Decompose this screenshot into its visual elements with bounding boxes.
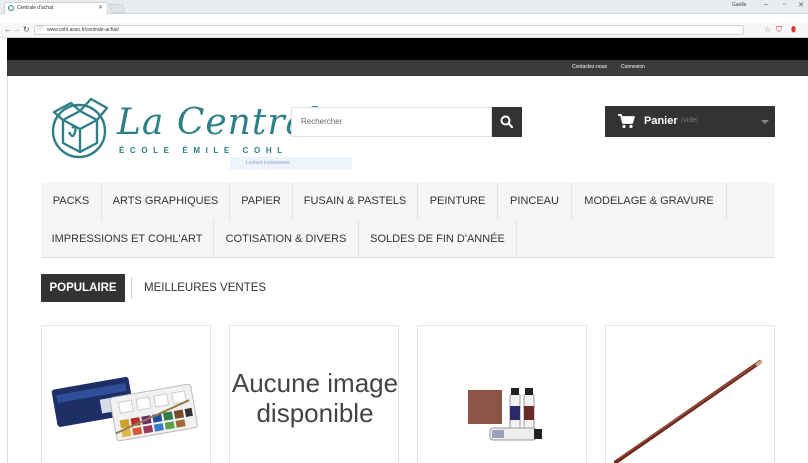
menu-item-packs[interactable]: PACKS xyxy=(41,182,102,220)
url-text: www.cohl.asso.fr/centrale-achat/ xyxy=(47,27,119,33)
chevron-down-icon xyxy=(761,120,769,124)
browser-tab-strip: Centrale d'achat ✕ Gaelle – ▫ ✕ xyxy=(0,0,808,14)
tab-popular[interactable]: POPULAIRE xyxy=(41,274,125,302)
search-input[interactable]: Rechercher xyxy=(291,107,492,137)
brush-image xyxy=(614,359,763,463)
logo-box-icon[interactable] xyxy=(44,88,114,162)
product-card[interactable] xyxy=(417,325,587,463)
menu-item-papier[interactable]: PAPIER xyxy=(230,182,293,220)
menu-item-cotisation[interactable]: COTISATION & DIVERS xyxy=(214,220,359,258)
browser-tab[interactable]: Centrale d'achat ✕ xyxy=(4,2,108,14)
menu-item-arts-graphiques[interactable]: ARTS GRAPHIQUES xyxy=(102,182,230,220)
category-menu: PACKS ARTS GRAPHIQUES PAPIER FUSAIN & PA… xyxy=(41,182,775,258)
minimize-icon[interactable]: – xyxy=(764,1,768,8)
browser-tab-title: Centrale d'achat xyxy=(17,5,54,11)
favicon-icon xyxy=(8,5,14,11)
forward-icon[interactable]: → xyxy=(13,25,21,34)
site-top-banner xyxy=(7,38,808,60)
browser-user-name[interactable]: Gaelle xyxy=(732,2,746,8)
product-card[interactable] xyxy=(41,325,211,463)
close-tab-icon[interactable]: ✕ xyxy=(98,3,103,14)
watercolor-set-image xyxy=(51,376,198,442)
cart-label: Panier xyxy=(644,115,678,127)
search-icon xyxy=(500,115,514,129)
search-button[interactable] xyxy=(492,107,522,137)
no-image-placeholder: Aucune image disponible xyxy=(231,368,399,428)
cart-icon xyxy=(618,114,635,129)
extension-icon[interactable]: ⬮ xyxy=(791,25,796,34)
cart-status: (vide) xyxy=(681,117,699,124)
menu-item-modelage-gravure[interactable]: MODELAGE & GRAVURE xyxy=(572,182,727,220)
tab-divider xyxy=(131,277,132,299)
maximize-icon[interactable]: ▫ xyxy=(783,1,785,8)
reload-icon[interactable]: ↻ xyxy=(23,25,30,34)
tab-best-sellers[interactable]: MEILLEURES VENTES xyxy=(144,274,266,302)
product-card[interactable]: Aucune image disponible xyxy=(229,325,399,463)
menu-item-fusain-pastels[interactable]: FUSAIN & PASTELS xyxy=(293,182,418,220)
info-icon[interactable]: ⓘ xyxy=(37,26,43,34)
oil-paint-image xyxy=(468,388,542,441)
extension-shield-icon[interactable]: ⛉ xyxy=(776,25,782,34)
cart-button[interactable]: Panier (vide) xyxy=(605,106,775,137)
menu-item-soldes[interactable]: SOLDES DE FIN D'ANNÉE xyxy=(359,220,517,258)
menu-item-peinture[interactable]: PEINTURE xyxy=(418,182,498,220)
menu-item-pinceau[interactable]: PINCEAU xyxy=(498,182,572,220)
new-tab-button[interactable] xyxy=(108,4,126,13)
logo-subtitle: ÉCOLE ÉMILE COHL xyxy=(119,146,288,155)
url-field[interactable]: ⓘ www.cohl.asso.fr/centrale-achat/ xyxy=(34,25,744,35)
bookmark-star-icon[interactable]: ☆ xyxy=(764,25,771,34)
contact-link[interactable]: Contactez-nous xyxy=(572,64,607,70)
page-left-border xyxy=(7,76,8,463)
address-bar: ← → ↻ ⓘ www.cohl.asso.fr/centrale-achat/… xyxy=(0,22,808,38)
back-icon[interactable]: ← xyxy=(4,25,12,34)
menu-item-impressions[interactable]: IMPRESSIONS ET COHL'ART xyxy=(41,220,214,258)
product-card[interactable] xyxy=(605,325,775,463)
login-link[interactable]: Connexion xyxy=(621,64,645,70)
site-nav-bar: Contactez-nous Connexion xyxy=(7,60,808,76)
close-window-icon[interactable]: ✕ xyxy=(798,1,804,9)
search-suggestion[interactable]: Lecture instantanée xyxy=(230,157,352,170)
